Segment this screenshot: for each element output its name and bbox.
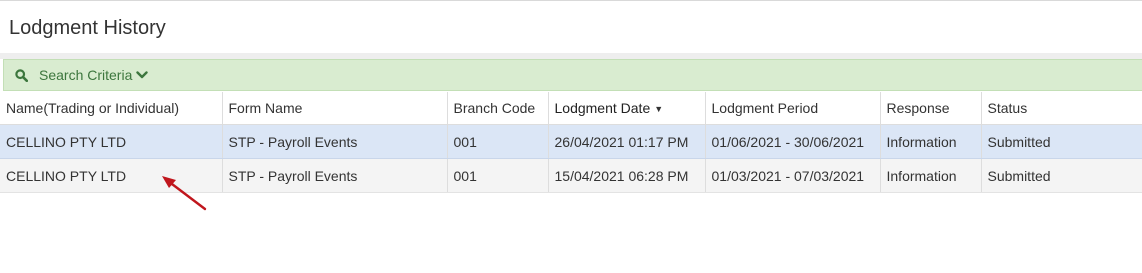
column-header-label: Lodgment Date (554, 100, 651, 116)
cell-name: CELLINO PTY LTD (0, 124, 223, 159)
column-header-response[interactable]: Response (880, 92, 982, 125)
column-header-label: Branch Code (453, 100, 536, 116)
column-header-label: Status (987, 100, 1028, 116)
column-header-lodgment-date[interactable]: Lodgment Date ▼ (548, 92, 706, 125)
cell-form-name: STP - Payroll Events (222, 124, 448, 159)
column-header-name[interactable]: Name(Trading or Individual) (0, 92, 223, 125)
cell-lodgment-period: 01/03/2021 - 07/03/2021 (705, 158, 881, 193)
table-row[interactable]: CELLINO PTY LTD STP - Payroll Events 001… (0, 124, 1142, 159)
cell-lodgment-date: 15/04/2021 06:28 PM (548, 158, 706, 193)
cell-lodgment-period: 01/06/2021 - 30/06/2021 (705, 124, 881, 159)
sort-descending-icon: ▼ (654, 104, 664, 115)
column-header-status[interactable]: Status (981, 92, 1142, 125)
cell-branch-code: 001 (447, 124, 549, 159)
cell-status: Submitted (981, 124, 1142, 159)
column-header-label: Lodgment Period (711, 100, 819, 116)
cell-branch-code: 001 (447, 158, 549, 193)
cell-form-name: STP - Payroll Events (222, 158, 448, 193)
cell-lodgment-date: 26/04/2021 01:17 PM (548, 124, 706, 159)
column-header-label: Name(Trading or Individual) (6, 100, 179, 116)
column-header-branch-code[interactable]: Branch Code (447, 92, 549, 125)
column-header-label: Response (886, 100, 950, 116)
chevron-down-icon (136, 70, 149, 80)
cell-response: Information (880, 124, 982, 159)
search-criteria-toggle[interactable]: Search Criteria (3, 59, 1142, 91)
column-header-form-name[interactable]: Form Name (222, 92, 448, 125)
top-border (0, 0, 1142, 1)
page-title: Lodgment History (9, 17, 166, 39)
cell-response: Information (880, 158, 982, 193)
column-header-label: Form Name (228, 100, 303, 116)
column-header-lodgment-period[interactable]: Lodgment Period (705, 92, 881, 125)
search-criteria-label: Search Criteria (39, 67, 133, 83)
search-icon (15, 68, 28, 82)
table-header-row: Name(Trading or Individual) Form Name Br… (0, 92, 1142, 125)
cell-status: Submitted (981, 158, 1142, 193)
red-arrow-icon (162, 176, 207, 211)
